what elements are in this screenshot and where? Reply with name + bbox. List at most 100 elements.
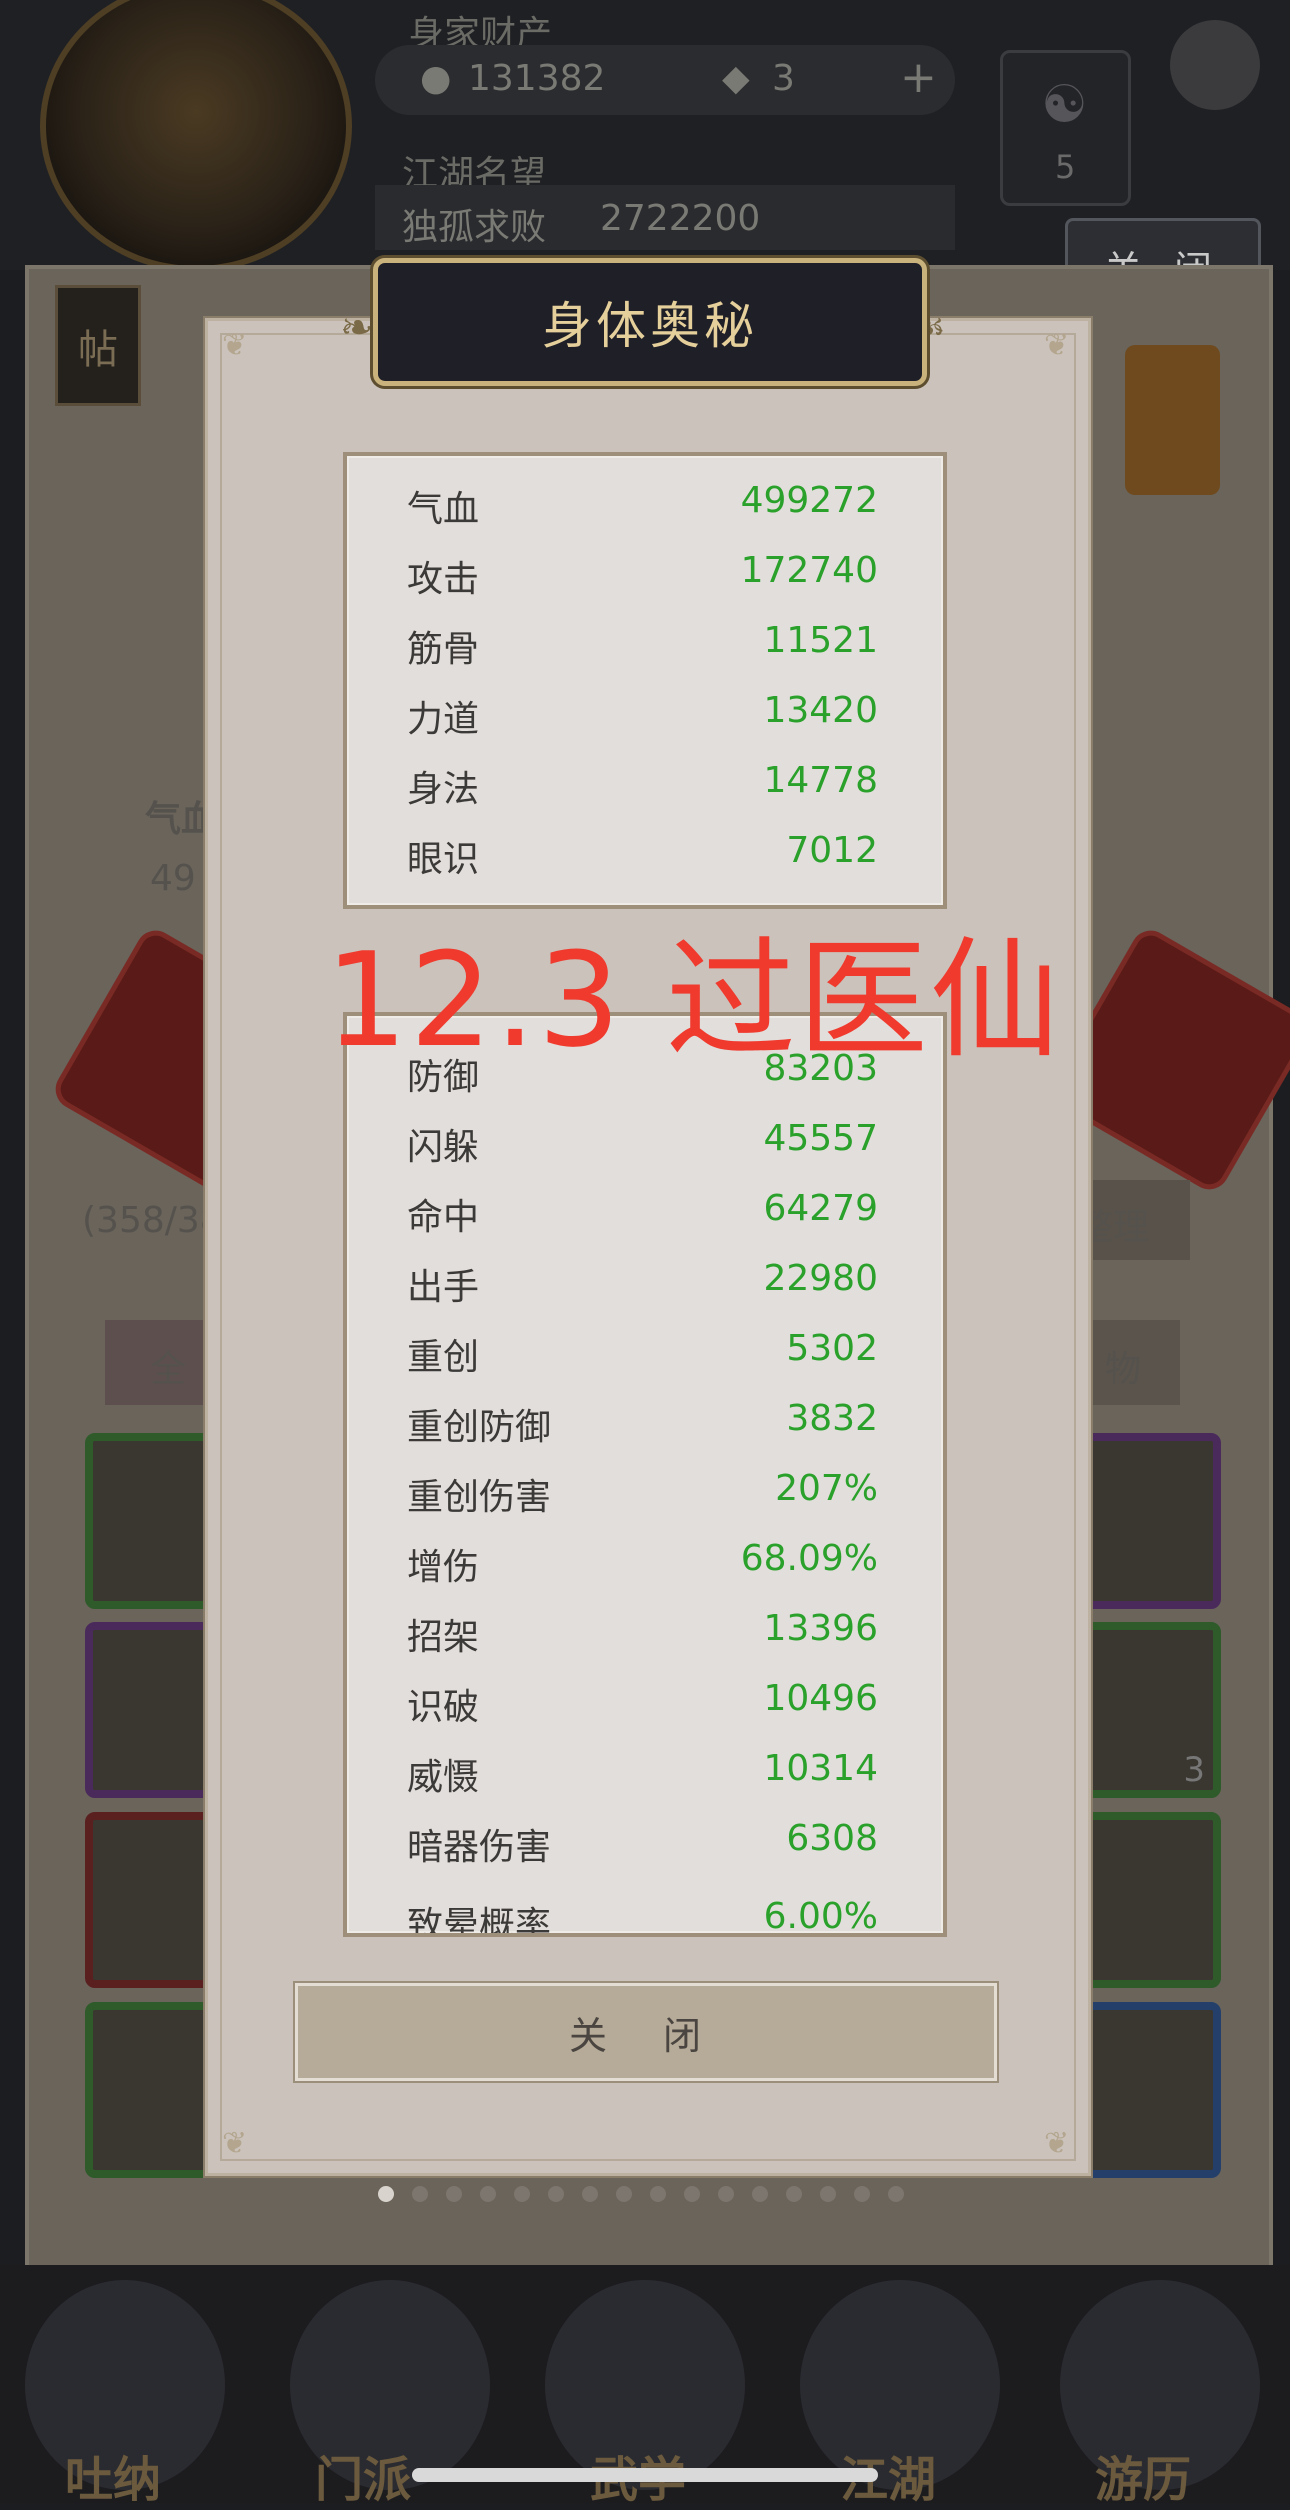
stat-value: 64279 [763, 1188, 878, 1229]
stat-row: 气血 499272 [347, 468, 943, 538]
filter-all-tab[interactable]: 全 [105, 1320, 205, 1405]
page-indicator [378, 2186, 904, 2202]
title-ornament-left: ❧ [340, 305, 374, 351]
stat-value: 6308 [786, 1818, 878, 1859]
stat-name: 致晕概率 [407, 1905, 552, 1937]
stat-value: 68.09% [740, 1538, 878, 1579]
post-button[interactable]: 帖 [55, 285, 141, 406]
stat-row: 识破 10496 [347, 1666, 943, 1736]
page-dot[interactable] [684, 2186, 700, 2202]
stat-value: 7012 [786, 830, 878, 871]
stat-row: 身法 14778 [347, 748, 943, 818]
nav-label-travel: 游历 [1095, 2452, 1192, 2508]
slot-count: 3 [1183, 1750, 1205, 1790]
page-dot[interactable] [514, 2186, 530, 2202]
stat-value: 10314 [763, 1748, 878, 1789]
page-dot[interactable] [582, 2186, 598, 2202]
stat-value: 3832 [786, 1398, 878, 1439]
page-dot[interactable] [446, 2186, 462, 2202]
stat-value: 172740 [740, 550, 878, 591]
stat-name: 闪躲 [407, 1127, 480, 1168]
gold-icon: ● [420, 58, 452, 99]
page-dot[interactable] [718, 2186, 734, 2202]
primary-stats-panel: 气血 499272 攻击 172740 筋骨 11521 力道 13420 身法 1477… [343, 452, 947, 909]
stat-row: 招架 13396 [347, 1596, 943, 1666]
page-dot[interactable] [854, 2186, 870, 2202]
gear-icon[interactable] [1170, 20, 1260, 110]
jade-amount: 3 [772, 58, 795, 99]
stat-value: 14778 [763, 760, 878, 801]
nav-label-breathing: 吐纳 [65, 2452, 162, 2508]
fame-title: 独孤求败 [402, 207, 547, 248]
filter-item-label: 物 [1105, 1349, 1142, 1390]
stat-name: 力道 [407, 699, 480, 740]
jade-icon: ◆ [722, 58, 750, 99]
stat-value: 10496 [763, 1678, 878, 1719]
close-dialog-button[interactable]: 关 闭 [295, 1983, 997, 2081]
stat-name: 威慑 [407, 1757, 480, 1798]
stat-value: 5302 [786, 1328, 878, 1369]
stat-value: 13396 [763, 1608, 878, 1649]
stat-name: 攻击 [407, 559, 480, 600]
stat-name: 重创伤害 [407, 1477, 552, 1518]
home-indicator[interactable] [412, 2468, 878, 2482]
stat-row: 力道 13420 [347, 678, 943, 748]
level-badge: 5 [1055, 148, 1076, 186]
page-dot[interactable] [820, 2186, 836, 2202]
page-dot[interactable] [412, 2186, 428, 2202]
page-dot[interactable] [650, 2186, 666, 2202]
stat-name: 身法 [407, 769, 480, 810]
corner-ornament: ❦ [222, 2126, 248, 2161]
secondary-stats-list[interactable]: 防御 83203 闪躲 45557 命中 64279 出手 22980 重创 5302 重… [343, 1012, 947, 1937]
stat-value: 499272 [740, 480, 878, 521]
stat-row: 筋骨 11521 [347, 608, 943, 678]
music-charm-icon[interactable] [1125, 345, 1220, 495]
page-dot[interactable] [752, 2186, 768, 2202]
filter-item-tab[interactable]: 物 [1080, 1320, 1180, 1405]
dialog-title: 身体奥秘 [542, 297, 758, 355]
stat-row: 暗器伤害 6308 [347, 1806, 943, 1876]
fame-value: 2722200 [600, 198, 761, 239]
stat-name: 重创防御 [407, 1407, 552, 1448]
hp-value-bg: 49 [150, 858, 196, 899]
stat-name: 筋骨 [407, 629, 480, 670]
yin-yang-badge[interactable]: ☯ 5 [1000, 50, 1131, 206]
stat-row: 出手 22980 [347, 1246, 943, 1316]
stat-name: 气血 [407, 489, 480, 530]
stat-name: 出手 [407, 1267, 480, 1308]
gold-amount: 131382 [468, 58, 606, 99]
stat-name: 重创 [407, 1337, 480, 1378]
stat-value: 45557 [763, 1118, 878, 1159]
post-label: 帖 [78, 326, 118, 373]
page-dot[interactable] [786, 2186, 802, 2202]
stat-value: 11521 [763, 620, 878, 661]
stat-name: 增伤 [407, 1547, 480, 1588]
stat-row: 闪躲 45557 [347, 1106, 943, 1176]
page-dot[interactable] [378, 2186, 394, 2202]
stat-value: 6.00% [763, 1896, 878, 1937]
nav-label-sect: 门派 [315, 2452, 412, 2508]
stat-row: 命中 64279 [347, 1176, 943, 1246]
stat-name: 暗器伤害 [407, 1827, 552, 1868]
stat-row: 致晕概率 6.00% [347, 1884, 943, 1937]
capacity-text: (358/38 [82, 1200, 223, 1241]
stat-row: 重创防御 3832 [347, 1386, 943, 1456]
stat-row: 重创伤害 207% [347, 1456, 943, 1526]
stat-row: 攻击 172740 [347, 538, 943, 608]
page-dot[interactable] [616, 2186, 632, 2202]
currency-bar [375, 45, 955, 115]
stat-value: 207% [775, 1468, 878, 1509]
corner-ornament: ❦ [222, 328, 248, 363]
stat-name: 招架 [407, 1617, 480, 1658]
page-dot[interactable] [548, 2186, 564, 2202]
stat-row: 重创 5302 [347, 1316, 943, 1386]
page-dot[interactable] [480, 2186, 496, 2202]
filter-all-label: 全 [150, 1349, 187, 1390]
yin-yang-icon: ☯ [1041, 75, 1088, 135]
page-dot[interactable] [888, 2186, 904, 2202]
corner-ornament: ❦ [1044, 2126, 1070, 2161]
stat-name: 眼识 [407, 839, 480, 880]
stat-row: 眼识 7012 [347, 818, 943, 888]
add-currency-button[interactable]: + [900, 52, 937, 103]
corner-ornament: ❦ [1044, 328, 1070, 363]
